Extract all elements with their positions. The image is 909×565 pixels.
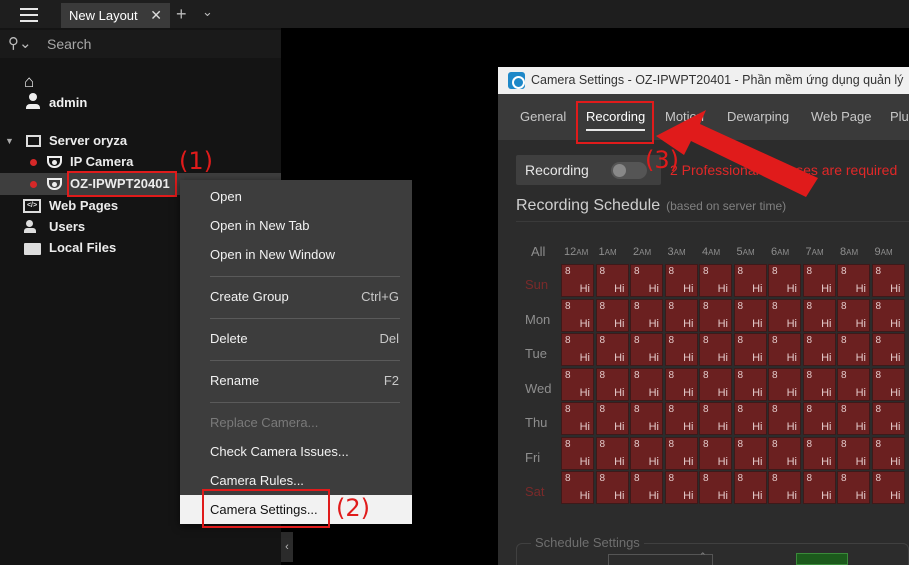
annotation-arrow	[656, 110, 818, 197]
